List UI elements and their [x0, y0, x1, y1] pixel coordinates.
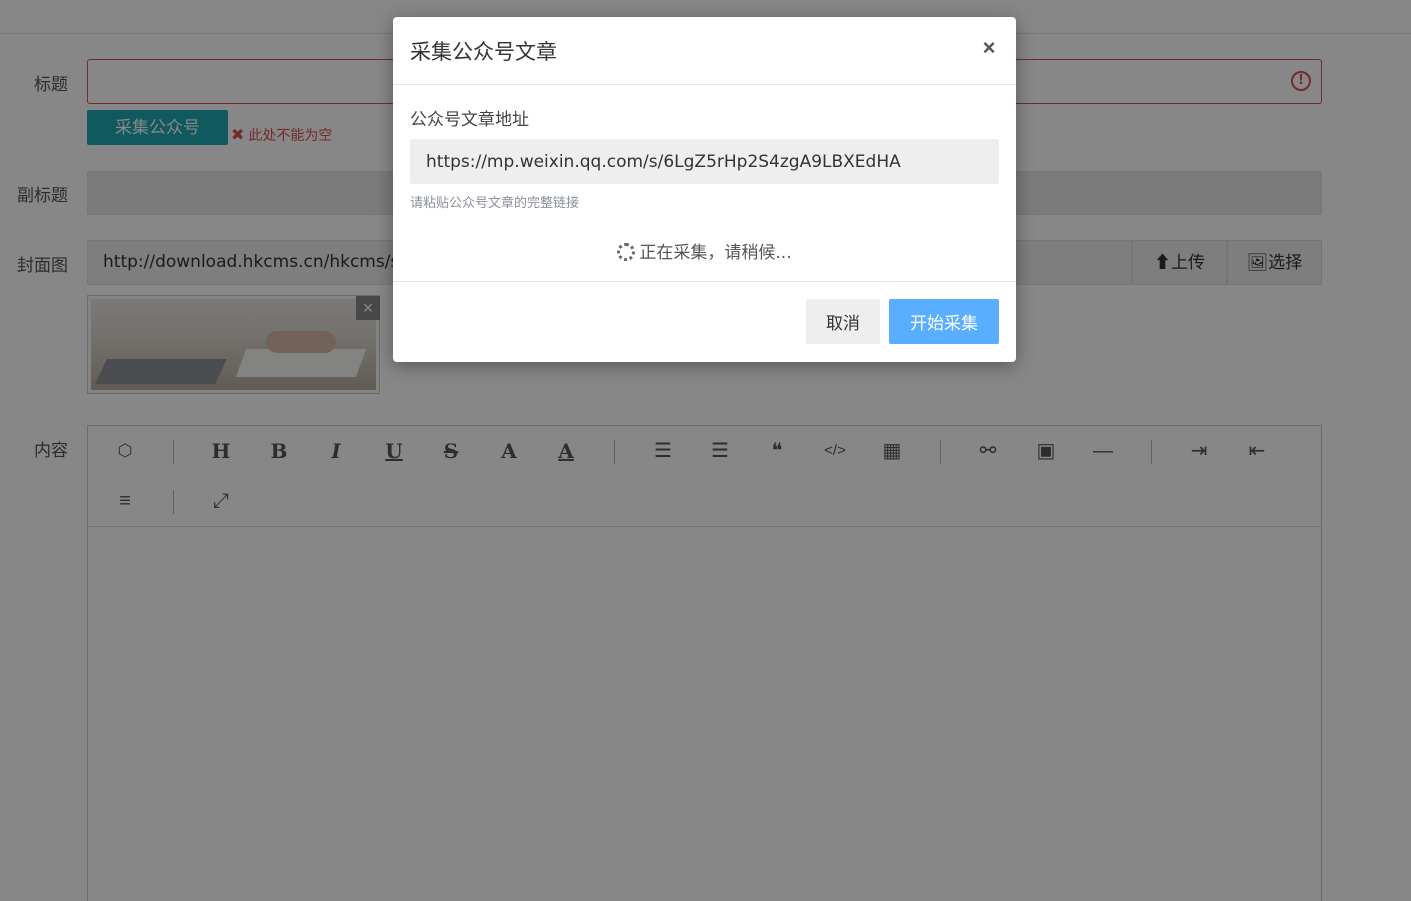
- dialog-body: 公众号文章地址 请粘贴公众号文章的完整链接 正在采集，请稍候...: [393, 85, 1016, 281]
- article-url-input[interactable]: [410, 139, 999, 184]
- article-url-label: 公众号文章地址: [410, 110, 529, 130]
- loading-text: 正在采集，请稍候...: [639, 243, 792, 263]
- dialog-title: 采集公众号文章: [410, 40, 557, 64]
- collect-article-dialog: 采集公众号文章 × 公众号文章地址 请粘贴公众号文章的完整链接 正在采集，请稍候…: [393, 17, 1016, 362]
- dialog-footer: 取消 开始采集: [393, 281, 1016, 362]
- help-text: 请粘贴公众号文章的完整链接: [410, 196, 580, 211]
- close-icon[interactable]: ×: [978, 34, 1000, 62]
- start-collect-button[interactable]: 开始采集: [889, 299, 999, 344]
- loading-status: 正在采集，请稍候...: [393, 238, 1016, 263]
- dialog-header: 采集公众号文章 ×: [393, 17, 1016, 85]
- cancel-button[interactable]: 取消: [806, 299, 880, 344]
- spinner-icon: [617, 243, 636, 261]
